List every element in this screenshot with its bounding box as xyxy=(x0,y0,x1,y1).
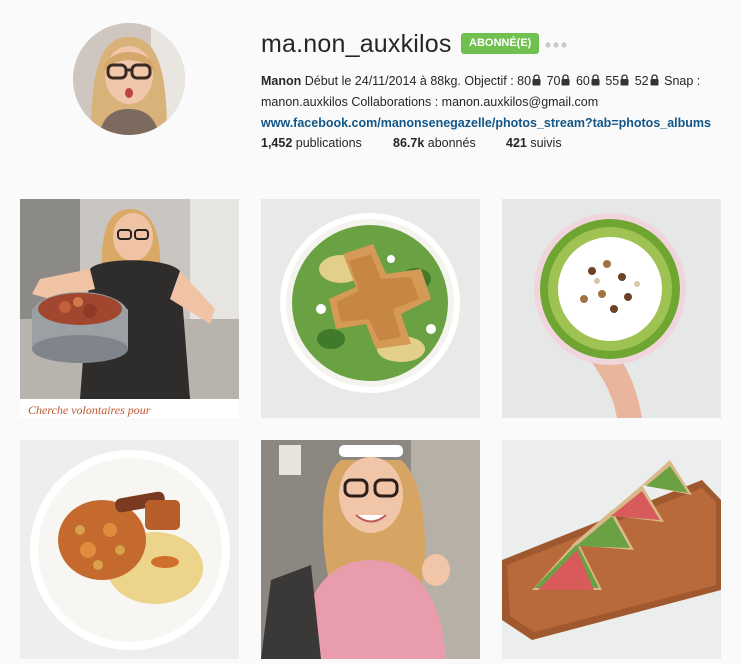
lock-icon xyxy=(591,72,600,86)
goal-value: 80 xyxy=(517,74,532,88)
lock-icon xyxy=(620,72,629,86)
goal-value: 55 xyxy=(605,74,620,88)
post-thumbnail[interactable] xyxy=(502,440,721,659)
profile-username: ma.non_auxkilos xyxy=(261,30,452,58)
bio-line-2: manon.auxkilos Collaborations : manon.au… xyxy=(261,95,599,109)
followers-count-value: 86.7k xyxy=(393,136,425,150)
post-thumbnail[interactable] xyxy=(261,199,480,418)
bio-snap-label: Snap : xyxy=(664,74,701,88)
followers-count[interactable]: 86.7k abonnés xyxy=(393,136,476,150)
posts-count[interactable]: 1,452 publications xyxy=(261,136,362,150)
bio-external-link[interactable]: www.facebook.com/manonsenegazelle/photos… xyxy=(261,116,711,130)
following-count-label: suivis xyxy=(526,136,562,150)
following-count[interactable]: 421 suivis xyxy=(506,136,562,150)
following-count-value: 421 xyxy=(506,136,527,150)
posts-count-label: publications xyxy=(292,136,362,150)
post-thumbnail[interactable] xyxy=(20,440,239,659)
bio-line-1: Manon Début le 24/11/2014 à 88kg. Object… xyxy=(261,71,721,92)
profile-bio: Manon Début le 24/11/2014 à 88kg. Object… xyxy=(261,71,721,134)
following-button[interactable]: ABONNÉ(E) xyxy=(461,33,540,54)
post-thumbnail[interactable] xyxy=(261,440,480,659)
profile-header: ma.non_auxkilos ABONNÉ(E) Manon Début le… xyxy=(0,0,741,180)
goal-value: 70 xyxy=(546,74,561,88)
posts-count-value: 1,452 xyxy=(261,136,293,150)
post-thumbnail[interactable]: Cherche volontaires pour xyxy=(20,199,239,418)
followers-count-label: abonnés xyxy=(424,136,476,150)
profile-avatar[interactable] xyxy=(73,23,185,135)
lock-icon xyxy=(561,72,570,86)
bio-text: Début le 24/11/2014 à 88kg. Objectif : xyxy=(301,74,518,88)
lock-icon xyxy=(650,72,659,86)
goal-value: 52 xyxy=(634,74,649,88)
goal-value: 60 xyxy=(575,74,590,88)
lock-icon xyxy=(532,72,541,86)
ellipsis-icon[interactable] xyxy=(544,38,568,50)
bio-name: Manon xyxy=(261,74,302,88)
post-caption: Cherche volontaires pour xyxy=(28,403,151,417)
post-thumbnail[interactable] xyxy=(502,199,721,418)
